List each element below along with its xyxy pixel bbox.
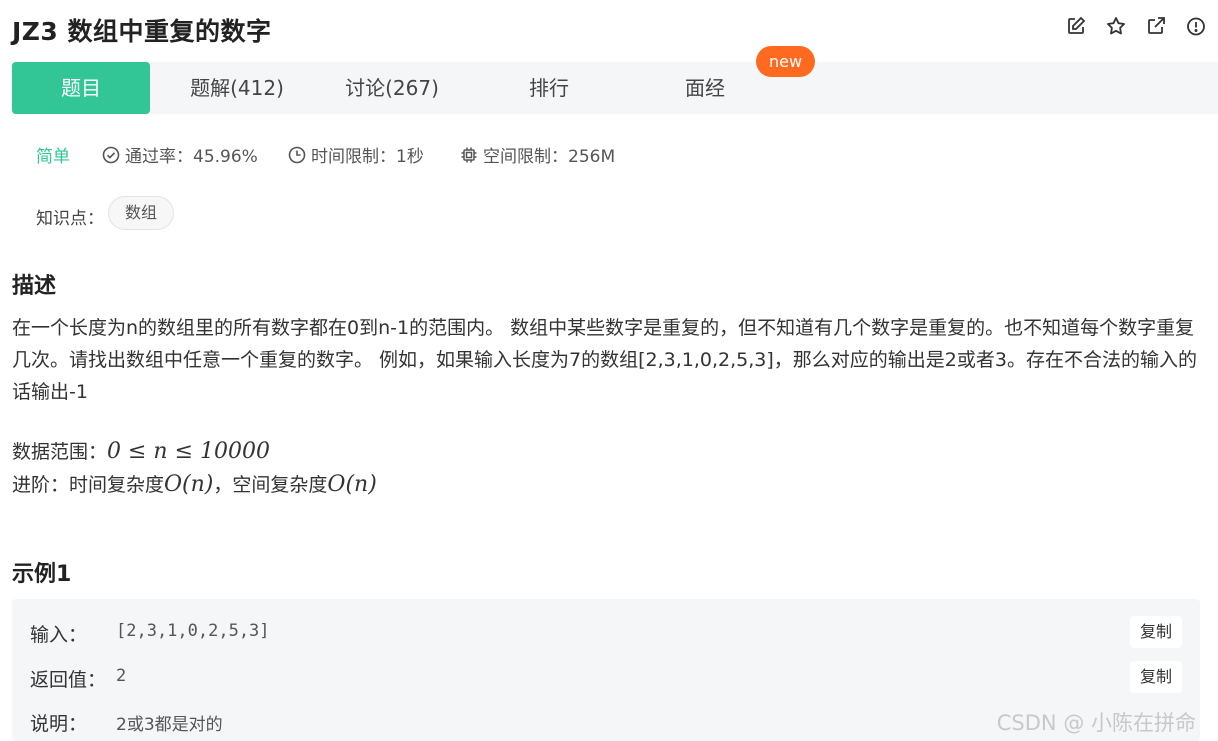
space-limit: 空间限制：256M [460,142,615,167]
space-limit-text: 空间限制：256M [483,147,616,167]
alert-icon[interactable] [1186,16,1206,36]
tab-interview[interactable]: 面经 [665,62,745,114]
tab-ranking[interactable]: 排行 [509,62,589,114]
return-label: 返回值： [30,669,107,691]
description-text: 在一个长度为n的数组里的所有数字都在0到n-1的范围内。 数组中某些数字是重复的… [12,317,1197,403]
page-title: JZ3 数组中重复的数字 [12,17,272,46]
explain-value: 2或3都是对的 [116,715,223,735]
tab-solutions[interactable]: 题解(412) [177,62,297,114]
return-value: 2 [116,666,127,686]
copy-input-button[interactable]: 复制 [1130,616,1182,648]
copy-return-button[interactable]: 复制 [1130,661,1182,693]
range-label: 数据范围： [12,441,108,463]
space-complexity: O(n) [327,472,377,497]
example-input-row: 输入： [2,3,1,0,2,5,3] [30,617,1182,647]
time-limit: 时间限制：1秒 [288,142,424,167]
example-return-row: 返回值： 2 [30,662,1182,692]
input-value: [2,3,1,0,2,5,3] [116,621,270,641]
tab-bar: 题目 题解(412) 讨论(267) 排行 面经 [12,62,1218,114]
pass-rate: 通过率：45.96% [102,142,258,167]
difficulty-label: 简单 [36,147,70,167]
check-circle-icon [102,146,120,163]
external-link-icon[interactable] [1146,16,1166,36]
example-heading: 示例1 [12,562,72,587]
input-label: 输入： [30,624,88,646]
range-math: 0 ≤ n ≤ 10000 [107,439,271,464]
chip-icon [461,147,477,162]
knowledge-label: 知识点： [36,209,104,229]
title-row: JZ3 数组中重复的数字 [12,10,1206,50]
advanced-label: 进阶：时间复杂度 [12,474,165,496]
new-badge: new [756,46,815,77]
knowledge-tag[interactable]: 数组 [108,196,175,230]
time-complexity: O(n) [164,472,214,497]
top-toolbar [1066,16,1206,36]
advanced-separator: ，空间复杂度 [213,474,328,496]
star-icon[interactable] [1106,16,1126,36]
clock-icon [288,146,306,163]
data-range: 数据范围：0 ≤ n ≤ 10000 [12,437,270,464]
time-limit-text: 时间限制：1秒 [311,147,424,167]
watermark: CSDN @ 小陈在拼命 [996,711,1196,735]
advanced-line: 进阶：时间复杂度O(n)，空间复杂度O(n) [12,470,377,497]
tab-discussion[interactable]: 讨论(267) [332,62,452,114]
edit-icon[interactable] [1066,16,1086,36]
explain-label: 说明： [30,713,88,735]
pass-rate-text: 通过率：45.96% [125,147,258,167]
description-heading: 描述 [12,274,57,299]
tab-problem[interactable]: 题目 [12,62,150,114]
